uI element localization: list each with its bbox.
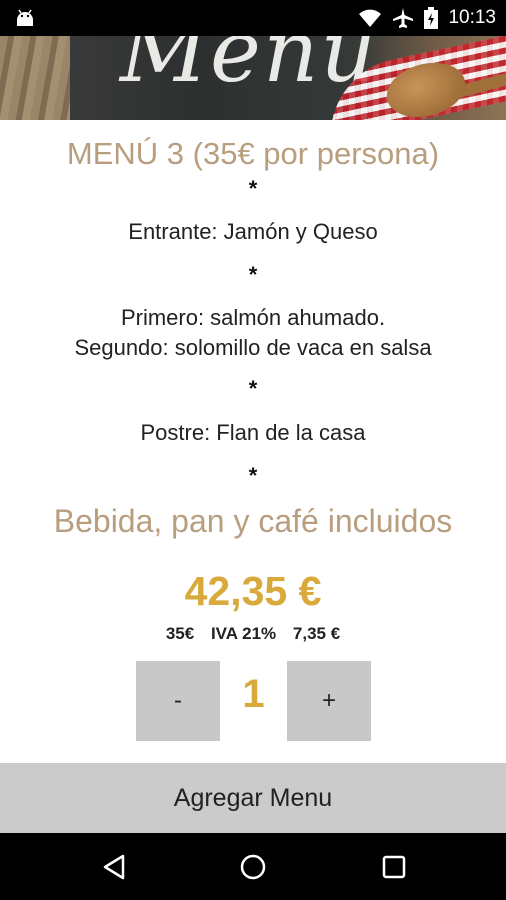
increase-quantity-button[interactable]: + bbox=[287, 661, 371, 741]
android-icon bbox=[17, 9, 33, 26]
recents-icon bbox=[382, 855, 406, 879]
add-menu-label: Agregar Menu bbox=[173, 783, 333, 812]
price-breakdown: 35€ IVA 21% 7,35 € bbox=[0, 624, 506, 644]
tax-amount: 7,35 € bbox=[292, 624, 341, 643]
recents-button[interactable] bbox=[378, 851, 410, 883]
airplane-icon bbox=[393, 8, 414, 28]
separator-star: * bbox=[248, 262, 258, 287]
wood-texture bbox=[0, 36, 70, 120]
navigation-bar bbox=[0, 833, 506, 900]
dessert-text: Postre: Flan de la casa bbox=[140, 420, 366, 445]
separator-star: * bbox=[248, 376, 258, 401]
included-text: Bebida, pan y café incluidos bbox=[53, 503, 453, 539]
status-bar: 10:13 bbox=[0, 0, 506, 36]
base-price: 35€ bbox=[165, 624, 195, 643]
starter-text: Entrante: Jamón y Queso bbox=[128, 219, 378, 244]
separator-star: * bbox=[248, 463, 258, 488]
back-icon bbox=[103, 854, 125, 880]
second-course-text: Segundo: solomillo de vaca en salsa bbox=[74, 335, 432, 360]
first-course-text: Primero: salmón ahumado. bbox=[120, 305, 386, 330]
separator-star: * bbox=[248, 176, 258, 201]
menu-title: MENÚ 3 (35€ por persona) bbox=[66, 136, 440, 171]
battery-icon bbox=[424, 7, 439, 29]
tax-label: IVA 21% bbox=[210, 624, 277, 643]
home-button[interactable] bbox=[237, 851, 269, 883]
home-icon bbox=[240, 854, 266, 880]
banner-chalk-text: Menu bbox=[120, 36, 378, 102]
wifi-icon bbox=[359, 9, 382, 27]
status-time: 10:13 bbox=[448, 7, 496, 28]
header-banner-image: Menu bbox=[0, 36, 506, 120]
quantity-value: 1 bbox=[242, 672, 265, 716]
decrease-quantity-button[interactable]: - bbox=[136, 661, 220, 741]
back-button[interactable] bbox=[98, 851, 130, 883]
add-menu-button[interactable]: Agregar Menu bbox=[0, 763, 506, 833]
total-price: 42,35 € bbox=[184, 568, 322, 614]
